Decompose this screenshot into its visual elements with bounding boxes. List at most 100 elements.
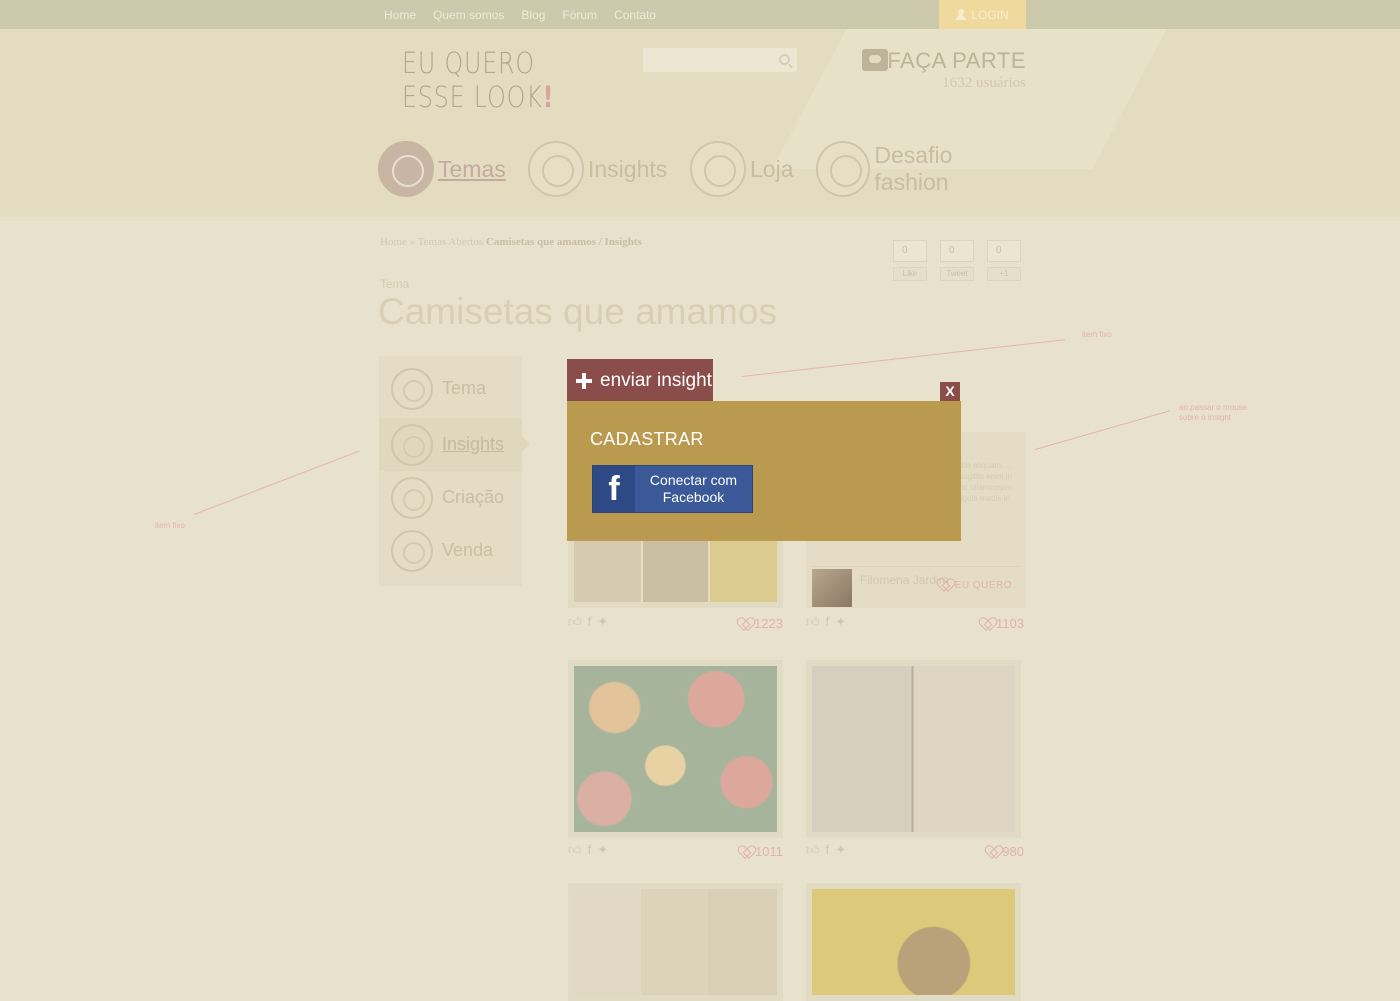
twitter-icon[interactable]: ✦ <box>835 614 846 630</box>
google-plus[interactable]: 0 +1 <box>987 240 1021 281</box>
logo-exclamation: ! <box>542 80 555 114</box>
main-nav-label: Desafio fashion <box>874 142 953 195</box>
annotation-line <box>1034 410 1170 450</box>
breadcrumb-home[interactable]: Home <box>380 236 407 248</box>
breadcrumb-temas[interactable]: Temas Abertos <box>418 236 484 248</box>
sidebar-item-label: Venda <box>442 540 494 560</box>
card-footer: 👍︎ f ✦ 980 <box>806 842 1024 862</box>
sidebar-item-label: Criação <box>442 487 505 507</box>
avatar <box>812 569 852 607</box>
site-logo[interactable]: EU QUERO ESSE LOOK! <box>402 46 554 114</box>
like-count-value: 980 <box>1002 844 1024 859</box>
twitter-icon[interactable]: ✦ <box>597 842 608 858</box>
card-share-icons: 👍︎ f ✦ <box>806 842 846 858</box>
main-nav-loja[interactable]: Loja <box>690 141 793 197</box>
like-button[interactable]: Like <box>893 267 927 281</box>
page-label: Tema <box>380 277 410 291</box>
plus-icon <box>576 372 592 389</box>
search-input[interactable] <box>643 48 797 72</box>
twitter-tweet[interactable]: 0 Tweet <box>940 240 974 281</box>
facebook-icon[interactable]: f <box>826 614 830 630</box>
facebook-icon[interactable]: f <box>588 842 592 858</box>
signup-modal: CADASTRAR f Conectar com Facebook <box>567 401 961 541</box>
site-header: EU QUERO ESSE LOOK! FAÇA PARTE 1632 usuá… <box>0 29 1400 217</box>
thumbs-up-icon[interactable]: 👍︎ <box>568 614 582 630</box>
twitter-icon[interactable]: ✦ <box>835 842 846 858</box>
annotation-hover-line-2: sobre o insight <box>1179 413 1232 422</box>
card-share-icons: 👍︎ f ✦ <box>568 842 608 858</box>
main-nav-insights[interactable]: Insights <box>528 141 667 197</box>
insight-card[interactable] <box>568 660 783 838</box>
facebook-like[interactable]: 0 Like <box>893 240 927 281</box>
main-nav-desafio[interactable]: Desafio fashion <box>816 141 1028 197</box>
sidebar-item-criacao[interactable]: Criação <box>379 471 522 524</box>
section-sidebar: Tema Insights Criação Venda <box>379 356 530 586</box>
login-button[interactable]: LOGIN <box>939 0 1026 29</box>
like-count-value: 1223 <box>754 616 783 631</box>
join-title: FAÇA PARTE <box>887 48 1026 73</box>
facebook-icon[interactable]: f <box>826 842 830 858</box>
shop-tag-icon <box>391 529 433 572</box>
logo-line-2: ESSE LOOK <box>402 80 543 114</box>
like-count[interactable]: 980 <box>987 844 1024 859</box>
sidebar-item-label: Tema <box>442 378 487 398</box>
sidebar-item-venda[interactable]: Venda <box>379 524 522 577</box>
insight-author: Filomena Jardim EU QUERO <box>812 566 1020 607</box>
sidebar-item-tema[interactable]: Tema <box>379 362 522 415</box>
heart-icon <box>740 846 752 858</box>
facebook-icon[interactable]: f <box>588 614 592 630</box>
heart-icon <box>939 579 951 591</box>
lightbulb-icon <box>528 141 584 197</box>
topnav-blog[interactable]: Blog <box>521 8 545 22</box>
twitter-icon[interactable]: ✦ <box>597 614 608 630</box>
social-share: 0 Like 0 Tweet 0 +1 <box>893 240 1021 281</box>
facebook-icon: f <box>593 466 635 512</box>
facebook-connect-button[interactable]: f Conectar com Facebook <box>592 465 753 513</box>
page-title: Camisetas que amamos <box>378 291 777 332</box>
user-icon <box>956 9 967 20</box>
send-insight-tab[interactable]: enviar insight <box>567 359 713 402</box>
thumbs-up-icon[interactable]: 👍︎ <box>806 614 820 630</box>
annotation-item-fixo-left: item fixo <box>155 521 185 530</box>
like-count[interactable]: 1223 <box>739 616 783 631</box>
search-icon[interactable] <box>779 54 790 65</box>
insight-card[interactable] <box>806 660 1021 838</box>
heart-icon <box>987 846 999 858</box>
like-count[interactable]: 1103 <box>981 616 1024 631</box>
top-bar: Home Quem somos Blog Fórum Contato LOGIN <box>0 0 1400 29</box>
like-count[interactable]: 1011 <box>740 844 783 859</box>
topnav-quem-somos[interactable]: Quem somos <box>433 8 504 22</box>
sidebar-item-insights[interactable]: Insights <box>379 418 530 471</box>
login-label: LOGIN <box>971 7 1009 22</box>
main-nav-temas[interactable]: Temas <box>378 141 506 197</box>
card-footer: 👍︎ f ✦ 1223 <box>568 614 783 634</box>
puzzle-icon <box>816 141 871 197</box>
thumbs-up-icon[interactable]: 👍︎ <box>806 842 820 858</box>
thumbs-up-icon[interactable]: 👍︎ <box>568 842 582 858</box>
annotation-line <box>741 339 1065 377</box>
insight-card[interactable] <box>568 883 783 1001</box>
insight-image <box>812 666 1015 832</box>
topnav-home[interactable]: Home <box>384 8 416 22</box>
topnav-forum[interactable]: Fórum <box>562 8 597 22</box>
share-count: 0 <box>940 240 974 262</box>
lightbulb-icon <box>391 423 433 466</box>
eu-quero-button[interactable]: EU QUERO <box>939 579 1012 591</box>
send-insight-label: enviar insight <box>600 369 712 391</box>
annotation-hover: ao passar o mouse sobre o insight <box>1179 403 1247 423</box>
tweet-button[interactable]: Tweet <box>940 267 974 281</box>
insight-card[interactable] <box>806 883 1021 1001</box>
shop-tag-icon <box>690 141 746 197</box>
facebook-connect-label: Conectar com Facebook <box>649 472 738 505</box>
close-button[interactable]: X <box>940 382 960 401</box>
topnav-contato[interactable]: Contato <box>614 8 656 22</box>
insight-image <box>574 666 777 832</box>
main-nav-label: Insights <box>588 155 668 182</box>
author-name: Filomena Jardim <box>860 573 949 587</box>
breadcrumb-current: Camisetas que amamos / Insights <box>485 236 642 248</box>
heart-icon <box>739 618 751 630</box>
insight-image <box>812 889 1015 995</box>
main-nav-label: Loja <box>750 155 794 182</box>
plus-one-button[interactable]: +1 <box>987 267 1021 281</box>
card-share-icons: 👍︎ f ✦ <box>806 614 846 630</box>
